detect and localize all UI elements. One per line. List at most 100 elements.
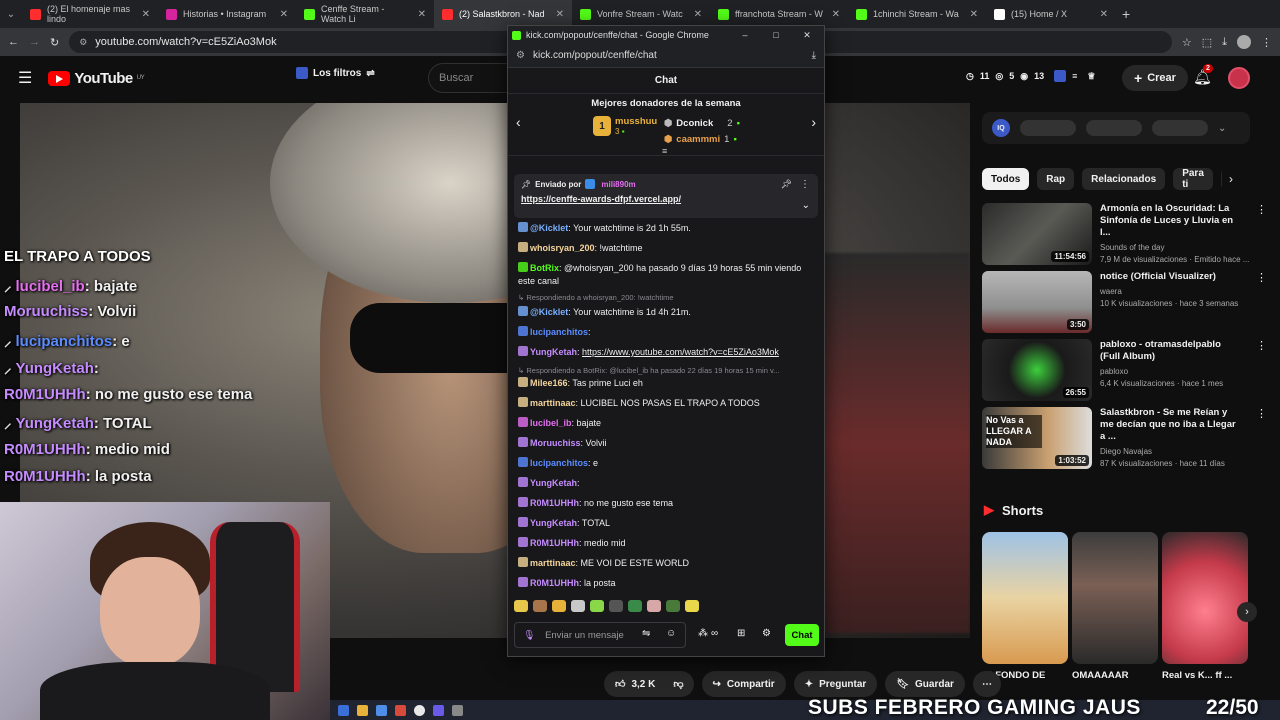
browser-tab[interactable]: (15) Home / X ✕	[986, 0, 1116, 28]
save-button[interactable]: 🔖︎ Guardar	[885, 671, 965, 697]
filter-chip[interactable]: Rap	[1037, 168, 1075, 190]
video-title[interactable]: Salastkbron - Se me Reían y me decían qu…	[1100, 407, 1240, 443]
pin-toggle-icon[interactable]: 📌︎	[781, 179, 792, 190]
chat-message[interactable]: @Kicklet: Your watchtime is 1d 4h 21m.	[518, 306, 814, 319]
chat-message[interactable]: marttinaac: LUCIBEL NOS PASAS EL TRAPO A…	[518, 397, 814, 410]
chat-username[interactable]: BotRix	[530, 263, 559, 273]
message-link[interactable]: https://www.youtube.com/watch?v=cE5ZiAo3…	[582, 347, 779, 357]
chat-message[interactable]: R0M1UHHh: medio mid	[518, 537, 814, 550]
emote-6[interactable]	[609, 600, 623, 612]
chat-username[interactable]: R0M1UHHh	[530, 538, 579, 548]
maximize-icon[interactable]: □	[763, 30, 789, 40]
chat-message[interactable]: R0M1UHHh: la posta	[518, 577, 814, 590]
chat-message[interactable]: marttinaac: ME VOI DE ESTE WORLD	[518, 557, 814, 570]
recommended-video[interactable]: No Vas a LLEGAR A NADA 1:03:52 Salastkbron…	[982, 407, 1267, 469]
video-thumbnail[interactable]: 3:50	[982, 271, 1092, 333]
chat-username[interactable]: @Kicklet	[530, 223, 568, 233]
browser-menu-icon[interactable]: ⋮	[1261, 36, 1272, 49]
dislike-button[interactable]: 👎︎	[663, 671, 694, 697]
recommended-video[interactable]: 3:50 notice (Official Visualizer) waera 10 …	[982, 271, 1267, 333]
tab-close-icon[interactable]: ✕	[142, 9, 150, 20]
chat-username[interactable]: Milee166	[530, 378, 568, 388]
close-window-icon[interactable]: ✕	[794, 30, 820, 41]
chat-settings-icon[interactable]: ⚙	[762, 628, 771, 639]
ext-pill-1[interactable]	[1020, 120, 1076, 136]
chat-username[interactable]: Moruuchiss	[530, 438, 581, 448]
emote-4[interactable]	[571, 600, 585, 612]
emote-2[interactable]	[533, 600, 547, 612]
emote-3[interactable]	[552, 600, 566, 612]
emote-9[interactable]	[666, 600, 680, 612]
browser-tab[interactable]: ffranchota Stream - W ✕	[710, 0, 848, 28]
browser-tab[interactable]: Vonfre Stream - Watc ✕	[572, 0, 710, 28]
channel-name[interactable]: Sounds of the day	[1100, 242, 1267, 254]
account-avatar[interactable]	[1228, 67, 1250, 89]
chat-username[interactable]: @Kicklet	[530, 307, 568, 317]
emote-10[interactable]	[685, 600, 699, 612]
short-card-3[interactable]	[1162, 532, 1248, 664]
tab-search-icon[interactable]: ⌄	[0, 9, 22, 20]
share-button[interactable]: ↪ Compartir	[701, 671, 786, 697]
filter-chip[interactable]: Para ti	[1173, 168, 1213, 190]
taskbar-app-3[interactable]	[376, 704, 387, 716]
pinned-expand-icon[interactable]: ⌄	[802, 200, 810, 211]
short-card-2[interactable]	[1072, 532, 1158, 664]
profile-avatar[interactable]	[1237, 35, 1251, 49]
chips-next-icon[interactable]: ›	[1229, 172, 1233, 186]
trophy-icon[interactable]: ♕	[1087, 71, 1095, 82]
video-menu-icon[interactable]: ⋮	[1256, 407, 1267, 420]
recommended-video[interactable]: 11:54:56 Armonía en la Oscuridad: La Sinf…	[982, 203, 1267, 265]
chat-message[interactable]: Milee166: Tas prime Luci eh	[518, 377, 814, 390]
more-actions-button[interactable]: ⋯	[972, 671, 1001, 697]
tab-close-icon[interactable]: ✕	[280, 9, 288, 20]
chat-username[interactable]: YungKetah	[530, 518, 577, 528]
infinity-icon[interactable]: ∞	[711, 628, 718, 639]
users-icon[interactable]: ⁂	[698, 628, 708, 639]
browser-tab[interactable]: (2) El homenaje mas lindo ✕	[22, 0, 158, 28]
tab-close-icon[interactable]: ✕	[1100, 9, 1108, 20]
pinned-message[interactable]: 📌︎ Enviado por mili890m https://cenffe-a…	[514, 174, 818, 218]
chat-username[interactable]: whoisryan_200	[530, 243, 595, 253]
video-menu-icon[interactable]: ⋮	[1256, 339, 1267, 352]
chat-input[interactable]: 🎙︎ Enviar un mensaje	[514, 622, 686, 648]
menu-icon[interactable]: ☰	[18, 68, 32, 88]
minimize-icon[interactable]: –	[732, 30, 758, 40]
new-tab-button[interactable]: +	[1122, 6, 1130, 22]
video-thumbnail[interactable]: 11:54:56	[982, 203, 1092, 265]
channel-name[interactable]: pabloxo	[1100, 366, 1267, 378]
recommended-video[interactable]: 26:55 pabloxo - otramasdelpablo (Full Alb…	[982, 339, 1267, 401]
tab-close-icon[interactable]: ✕	[418, 9, 426, 20]
ext-pill-2[interactable]	[1086, 120, 1142, 136]
chat-username[interactable]: R0M1UHHh	[530, 498, 579, 508]
donors-prev-icon[interactable]: ‹	[516, 114, 521, 130]
tab-close-icon[interactable]: ✕	[694, 9, 702, 20]
emoji-icon[interactable]: ☺	[666, 628, 676, 639]
chat-message[interactable]: lucipanchitos:	[518, 326, 814, 339]
forward-icon[interactable]: →	[29, 36, 40, 48]
filters-button[interactable]: Los filtros ⇌	[296, 67, 375, 79]
channel-name[interactable]: Diego Navajas	[1100, 446, 1267, 458]
tab-close-icon[interactable]: ✕	[832, 9, 840, 20]
taskbar-app-7[interactable]	[452, 704, 463, 716]
gift-store-icon[interactable]: ⊞	[737, 628, 745, 639]
emote-7[interactable]	[628, 600, 642, 612]
video-thumbnail[interactable]: 26:55	[982, 339, 1092, 401]
ext-icon-blue[interactable]	[1054, 70, 1067, 82]
reply-context[interactable]: ↳ Respondiendo a BotRix: @lucibel_ib ha …	[518, 366, 814, 375]
chat-username[interactable]: lucipanchitos	[530, 327, 588, 337]
chat-message[interactable]: lucibel_ib: bajate	[518, 417, 814, 430]
ask-button[interactable]: ✦ Preguntar	[793, 671, 878, 697]
browser-tab[interactable]: 1chinchi Stream - Wa ✕	[848, 0, 986, 28]
taskbar-chrome-icon[interactable]	[414, 704, 425, 716]
taskbar-app-6[interactable]	[433, 704, 444, 716]
ext-pill-3[interactable]	[1152, 120, 1208, 136]
pinned-menu-icon[interactable]: ⋮	[800, 179, 810, 190]
taskbar-app-1[interactable]	[338, 704, 349, 716]
chat-username[interactable]: YungKetah	[530, 347, 577, 357]
chat-username[interactable]: lucipanchitos	[530, 458, 588, 468]
popup-download-icon[interactable]: ⤓	[812, 50, 816, 61]
chat-message[interactable]: Moruuchiss: Volvii	[518, 437, 814, 450]
emote-8[interactable]	[647, 600, 661, 612]
back-icon[interactable]: ←	[8, 36, 19, 48]
filter-chip[interactable]: Su	[1220, 168, 1222, 190]
